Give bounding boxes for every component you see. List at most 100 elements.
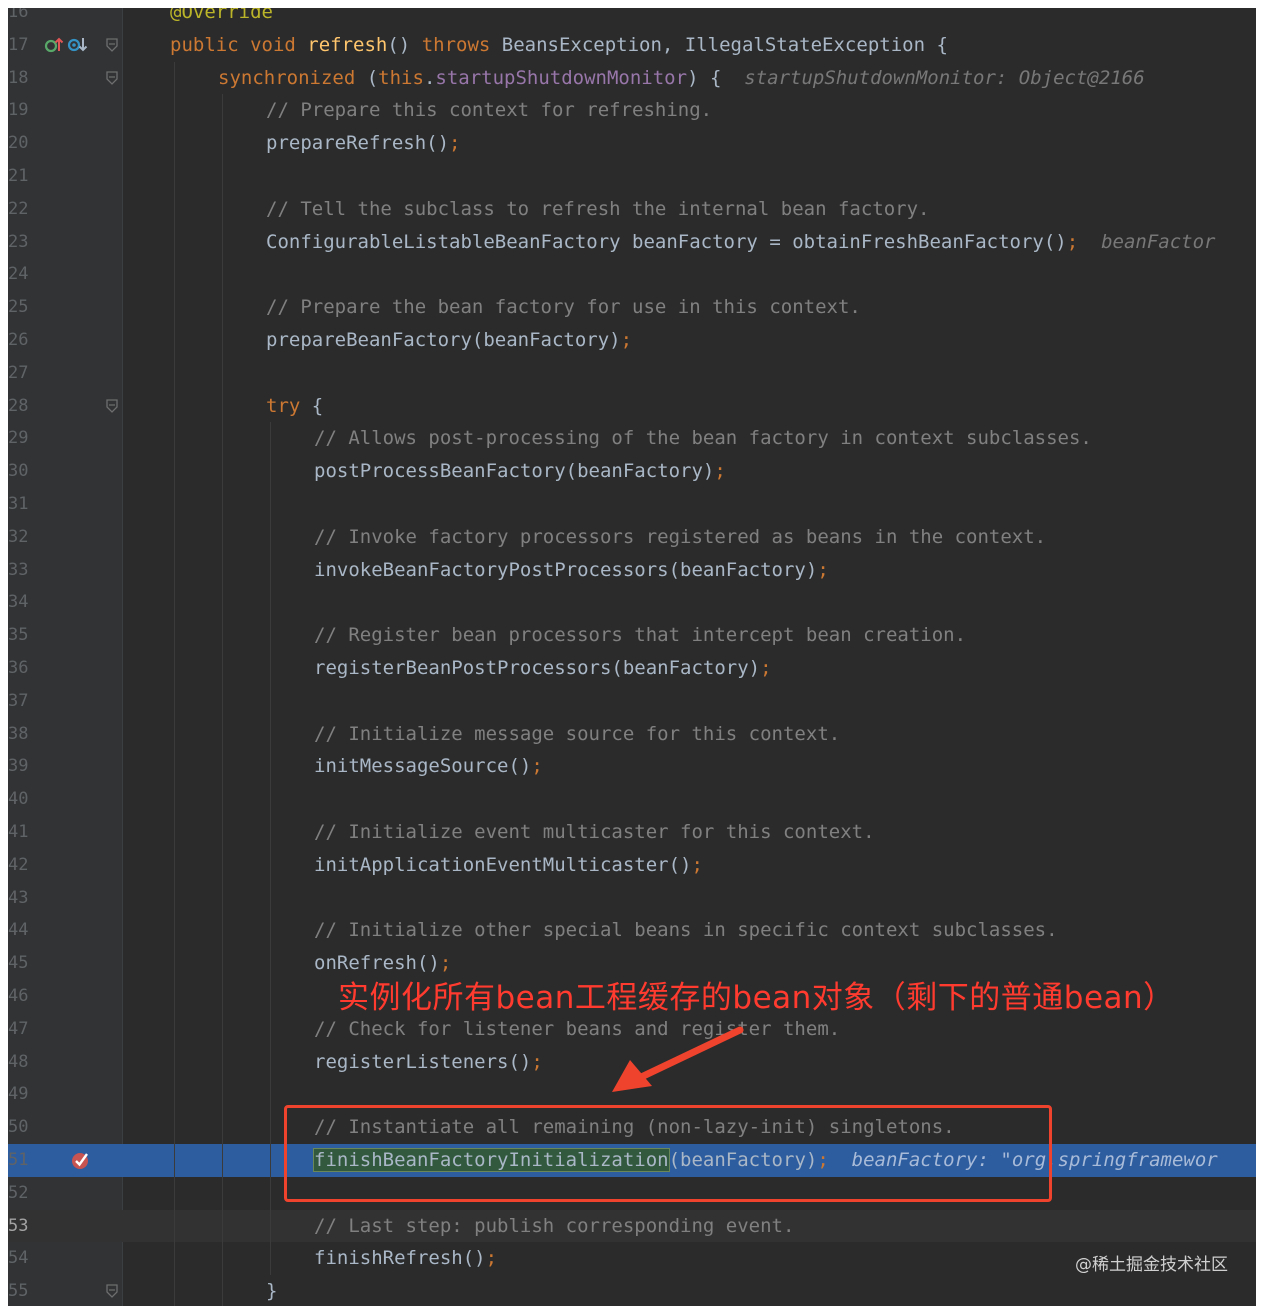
line-number[interactable]: 44 bbox=[8, 914, 38, 947]
code-line[interactable]: 36 registerBeanPostProcessors(beanFactory… bbox=[8, 652, 1256, 685]
line-number[interactable]: 46 bbox=[8, 980, 38, 1013]
line-number[interactable]: 25 bbox=[8, 291, 38, 324]
code-line[interactable]: 34 bbox=[8, 586, 1256, 620]
line-number[interactable]: 24 bbox=[8, 258, 38, 291]
code-text[interactable]: public void refresh() throws BeansExcept… bbox=[170, 29, 948, 62]
code-line[interactable]: 30 postProcessBeanFactory(beanFactory); bbox=[8, 455, 1256, 488]
code-line[interactable]: 43 bbox=[8, 881, 1256, 915]
code-line[interactable]: 17 public void refresh() throws BeansExce… bbox=[8, 29, 1256, 62]
code-line[interactable]: 31 bbox=[8, 488, 1256, 521]
code-line[interactable]: 54 finishRefresh(); bbox=[8, 1242, 1256, 1276]
line-number[interactable]: 29 bbox=[8, 422, 38, 455]
code-line[interactable]: 35 // Register bean processors that inter… bbox=[8, 619, 1256, 652]
code-line[interactable]: 27 bbox=[8, 356, 1256, 390]
line-number[interactable]: 39 bbox=[8, 750, 38, 783]
code-text[interactable]: postProcessBeanFactory(beanFactory); bbox=[314, 455, 726, 488]
line-number[interactable]: 40 bbox=[8, 783, 38, 816]
overrides-method-icon[interactable] bbox=[44, 35, 64, 55]
line-number[interactable]: 21 bbox=[8, 160, 38, 193]
breakpoint-icon[interactable] bbox=[70, 1144, 92, 1177]
line-number[interactable]: 42 bbox=[8, 849, 38, 882]
code-line[interactable]: 26 prepareBeanFactory(beanFactory); bbox=[8, 324, 1256, 357]
code-line[interactable]: 41 // Initialize event multicaster for th… bbox=[8, 816, 1256, 849]
line-number[interactable]: 31 bbox=[8, 488, 38, 521]
code-text[interactable]: initApplicationEventMulticaster(); bbox=[314, 849, 703, 882]
line-number[interactable]: 32 bbox=[8, 521, 38, 554]
code-text[interactable]: ConfigurableListableBeanFactory beanFact… bbox=[266, 226, 1215, 259]
code-text[interactable]: // Initialize event multicaster for this… bbox=[314, 816, 875, 849]
code-line[interactable]: 23 ConfigurableListableBeanFactory beanFa… bbox=[8, 225, 1256, 259]
line-number[interactable]: 28 bbox=[8, 390, 38, 423]
code-line[interactable]: 32 // Invoke factory processors registere… bbox=[8, 520, 1256, 554]
fold-marker-icon[interactable] bbox=[106, 398, 118, 413]
code-line[interactable]: 24 bbox=[8, 258, 1256, 292]
code-line[interactable]: 16 @Override bbox=[8, 8, 1256, 29]
code-text[interactable]: // Prepare the bean factory for use in t… bbox=[266, 291, 861, 324]
code-text[interactable]: // Prepare this context for refreshing. bbox=[266, 94, 712, 127]
code-line[interactable]: 25 // Prepare the bean factory for use in… bbox=[8, 291, 1256, 324]
line-number[interactable]: 17 bbox=[8, 29, 38, 62]
line-number[interactable]: 38 bbox=[8, 718, 38, 751]
implemented-method-icon[interactable] bbox=[67, 35, 89, 55]
fold-marker-icon[interactable] bbox=[106, 38, 118, 52]
line-number[interactable]: 18 bbox=[8, 62, 38, 95]
line-number[interactable]: 47 bbox=[8, 1013, 38, 1046]
code-text[interactable]: // Initialize message source for this co… bbox=[314, 718, 840, 751]
line-number[interactable]: 53 bbox=[8, 1210, 38, 1243]
code-line[interactable]: 33 invokeBeanFactoryPostProcessors(beanFa… bbox=[8, 553, 1256, 587]
line-number[interactable]: 30 bbox=[8, 455, 38, 488]
code-line[interactable]: 55} bbox=[8, 1275, 1256, 1306]
code-text[interactable]: synchronized (this.startupShutdownMonito… bbox=[218, 62, 1145, 95]
line-number[interactable]: 20 bbox=[8, 127, 38, 160]
code-text[interactable]: registerListeners(); bbox=[314, 1046, 543, 1079]
code-text[interactable]: try { bbox=[266, 390, 323, 423]
code-line[interactable]: 18 synchronized (this.startupShutdownMoni… bbox=[8, 61, 1256, 95]
fold-marker-icon[interactable] bbox=[106, 70, 118, 85]
code-text[interactable]: prepareRefresh(); bbox=[266, 127, 460, 160]
code-text[interactable]: // Tell the subclass to refresh the inte… bbox=[266, 193, 929, 226]
line-number[interactable]: 55 bbox=[8, 1275, 38, 1306]
code-text[interactable]: @Override bbox=[170, 8, 273, 29]
code-text[interactable]: // Register bean processors that interce… bbox=[314, 619, 966, 652]
line-number[interactable]: 34 bbox=[8, 586, 38, 619]
code-text[interactable]: // Initialize other special beans in spe… bbox=[314, 914, 1058, 947]
code-text[interactable]: invokeBeanFactoryPostProcessors(beanFact… bbox=[314, 554, 829, 587]
code-text[interactable]: // Last step: publish corresponding even… bbox=[314, 1210, 794, 1243]
line-number[interactable]: 37 bbox=[8, 685, 38, 718]
line-number[interactable]: 49 bbox=[8, 1078, 38, 1111]
line-number[interactable]: 51 bbox=[8, 1144, 38, 1177]
line-number[interactable]: 54 bbox=[8, 1242, 38, 1275]
line-number[interactable]: 33 bbox=[8, 554, 38, 587]
line-number[interactable]: 41 bbox=[8, 816, 38, 849]
code-text[interactable]: // Check for listener beans and register… bbox=[314, 1013, 840, 1046]
code-line[interactable]: 40 bbox=[8, 783, 1256, 816]
line-number[interactable]: 26 bbox=[8, 324, 38, 357]
code-text[interactable]: registerBeanPostProcessors(beanFactory); bbox=[314, 652, 772, 685]
code-line[interactable]: 37 bbox=[8, 684, 1256, 718]
line-number[interactable]: 50 bbox=[8, 1111, 38, 1144]
line-number[interactable]: 27 bbox=[8, 357, 38, 390]
code-line[interactable]: 22 // Tell the subclass to refresh the in… bbox=[8, 192, 1256, 226]
line-number[interactable]: 45 bbox=[8, 947, 38, 980]
code-line[interactable]: 20 prepareRefresh(); bbox=[8, 127, 1256, 160]
gutter-icons[interactable] bbox=[44, 29, 89, 62]
code-text[interactable]: initMessageSource(); bbox=[314, 750, 543, 783]
fold-marker-icon[interactable] bbox=[106, 1284, 118, 1299]
line-number[interactable]: 23 bbox=[8, 226, 38, 259]
code-text[interactable]: prepareBeanFactory(beanFactory); bbox=[266, 324, 632, 357]
code-line[interactable]: 39 initMessageSource(); bbox=[8, 750, 1256, 784]
line-number[interactable]: 19 bbox=[8, 94, 38, 127]
code-line[interactable]: 28 try { bbox=[8, 389, 1256, 423]
code-line[interactable]: 19 // Prepare this context for refreshing… bbox=[8, 94, 1256, 128]
line-number[interactable]: 16 bbox=[8, 8, 38, 29]
line-number[interactable]: 43 bbox=[8, 882, 38, 915]
code-line[interactable]: 53 // Last step: publish corresponding ev… bbox=[8, 1209, 1256, 1243]
code-text[interactable]: } bbox=[266, 1275, 277, 1306]
line-number[interactable]: 22 bbox=[8, 193, 38, 226]
code-line[interactable]: 29 // Allows post-processing of the bean … bbox=[8, 422, 1256, 456]
code-line[interactable]: 38 // Initialize message source for this … bbox=[8, 717, 1256, 751]
code-text[interactable]: // Allows post-processing of the bean fa… bbox=[314, 422, 1092, 455]
line-number[interactable]: 36 bbox=[8, 652, 38, 685]
line-number[interactable]: 52 bbox=[8, 1177, 38, 1210]
line-number[interactable]: 48 bbox=[8, 1046, 38, 1079]
